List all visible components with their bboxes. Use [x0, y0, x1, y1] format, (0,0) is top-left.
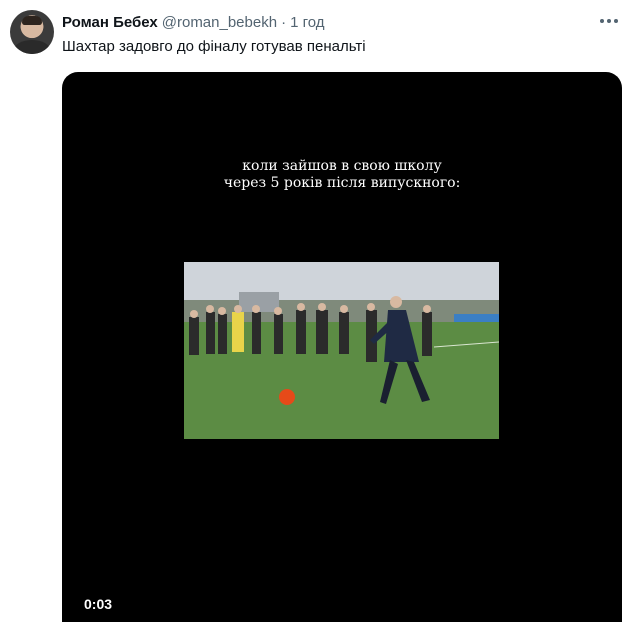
more-icon[interactable]	[596, 12, 622, 30]
video-caption-line1: коли зайшов в свою школу	[242, 158, 442, 174]
video-scene-illustration	[184, 262, 499, 439]
separator-dot: ·	[281, 13, 287, 31]
video-duration: 0:03	[84, 596, 113, 612]
timestamp[interactable]: 1 год	[290, 14, 324, 31]
tweet-header: Роман Бебех @roman_bebekh · 1 год	[62, 12, 324, 32]
author-handle[interactable]: @roman_bebekh	[162, 14, 277, 31]
video-player[interactable]: коли зайшов в свою школу через 5 років п…	[62, 72, 622, 622]
author-name[interactable]: Роман Бебех	[62, 14, 158, 31]
video-caption-line2: через 5 років після випускного:	[223, 175, 461, 191]
video-frame	[184, 262, 499, 439]
avatar[interactable]	[10, 10, 54, 54]
avatar-shirt	[14, 40, 50, 54]
avatar-hair	[22, 16, 42, 25]
tweet-text: Шахтар задовго до фіналу готував пенальт…	[62, 38, 366, 55]
